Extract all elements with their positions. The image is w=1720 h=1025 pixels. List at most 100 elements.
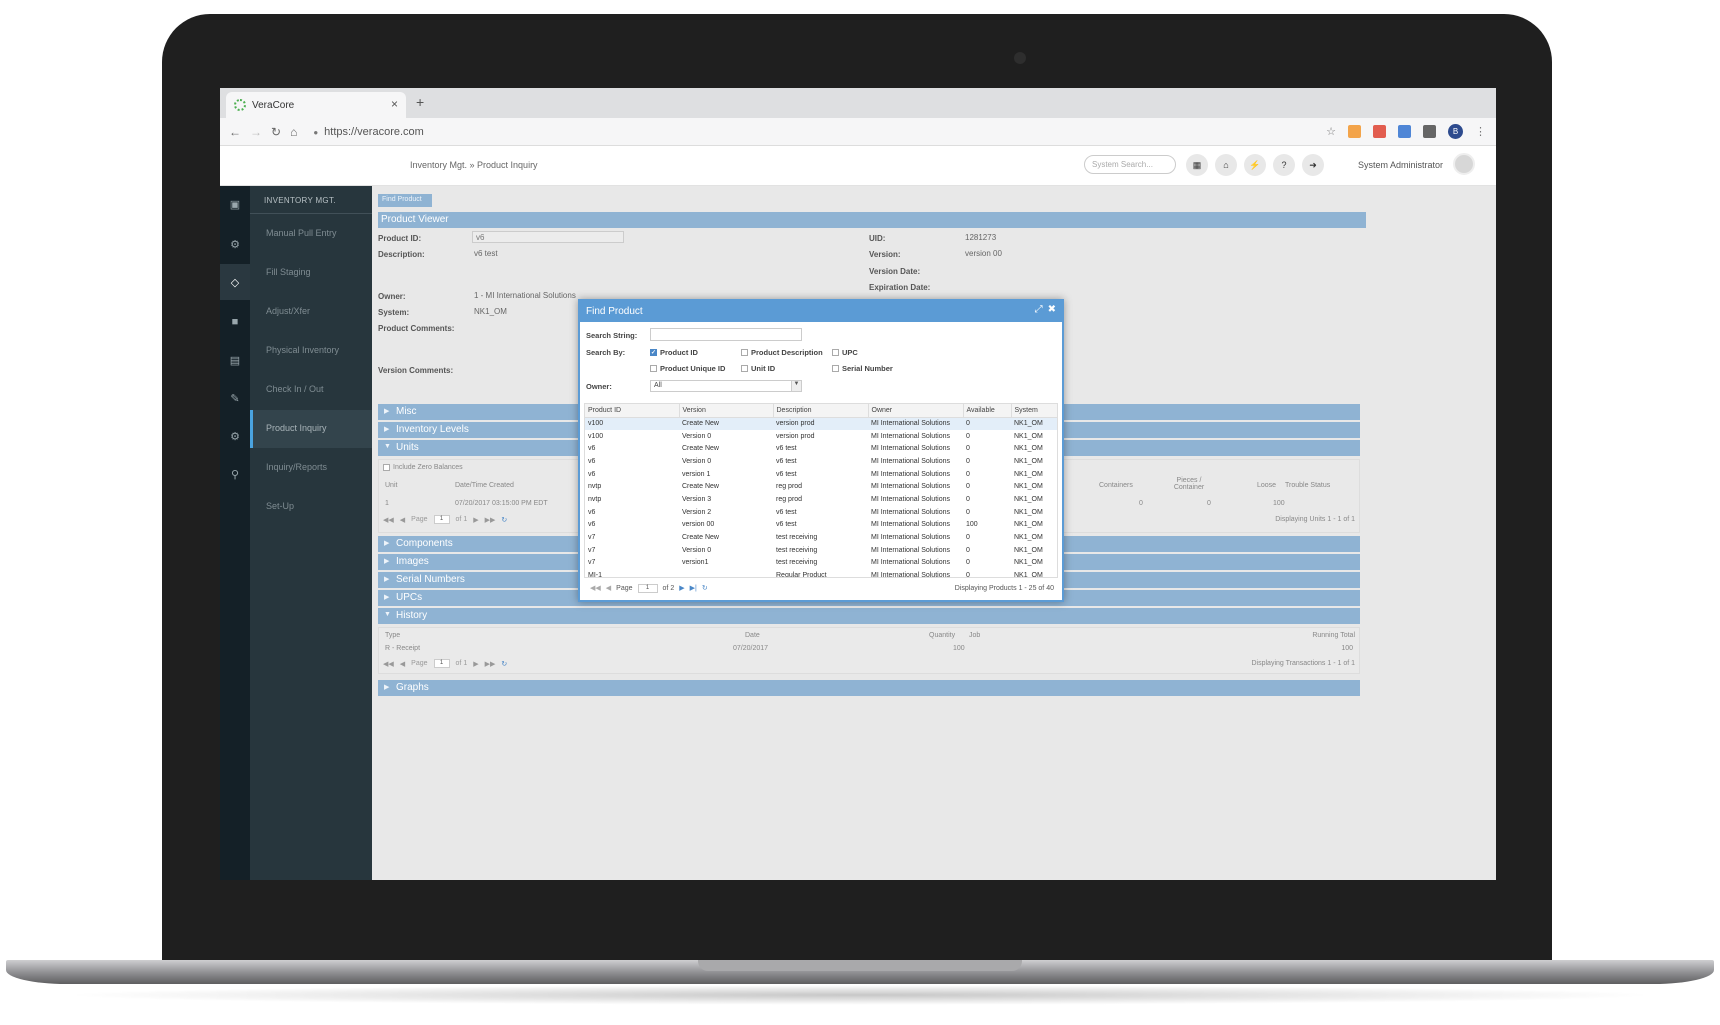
- column-header[interactable]: Description: [773, 404, 869, 418]
- reload-icon[interactable]: ↻: [271, 125, 281, 139]
- table-header-row: Product ID Version Description Owner Availab…: [585, 404, 1057, 418]
- settings-icon[interactable]: ⚙: [220, 418, 250, 454]
- share-icon[interactable]: ⚙: [220, 226, 250, 262]
- refresh-icon[interactable]: ↻: [501, 516, 507, 524]
- table-row[interactable]: v7 Version 0 test receiving MI Internationa…: [585, 544, 1057, 557]
- extension-icon-2[interactable]: [1373, 125, 1386, 138]
- help-icon[interactable]: ?: [1273, 154, 1295, 176]
- back-icon[interactable]: ←: [229, 125, 241, 139]
- product-id-field[interactable]: v6: [472, 231, 624, 243]
- table-row[interactable]: MI-1 Regular Product MI International Solu…: [585, 569, 1057, 577]
- search-string-input[interactable]: [650, 328, 802, 341]
- table-row[interactable]: v6 version 00 v6 test MI International Solu…: [585, 519, 1057, 532]
- sidebar-item-product-inquiry[interactable]: Product Inquiry: [250, 410, 372, 448]
- system-search-input[interactable]: System Search...: [1084, 155, 1176, 174]
- section-history[interactable]: ▼ History: [378, 608, 1360, 624]
- sidebar-item-set-up[interactable]: Set-Up: [250, 488, 372, 526]
- option-unit-id[interactable]: Unit ID: [741, 364, 775, 373]
- table-cell: 100: [966, 521, 978, 529]
- prev-page-icon[interactable]: ◀: [606, 584, 611, 592]
- column-header[interactable]: System: [1011, 404, 1057, 418]
- grid-icon[interactable]: ▦: [1186, 154, 1208, 176]
- table-cell: NK1_OM: [1014, 508, 1043, 516]
- user-name[interactable]: System Administrator: [1358, 160, 1443, 170]
- column-header[interactable]: Available: [963, 404, 1012, 418]
- product-viewer-header: Product Viewer: [378, 212, 1366, 228]
- next-page-icon[interactable]: ▶: [679, 584, 684, 592]
- option-product-description[interactable]: Product Description: [741, 348, 823, 357]
- home-icon[interactable]: ⌂: [1215, 154, 1237, 176]
- table-cell: MI International Solutions: [871, 495, 950, 503]
- wrench-icon[interactable]: ✎: [220, 380, 250, 416]
- next-page-icon[interactable]: ▶: [473, 516, 478, 524]
- menu-dots-icon[interactable]: ⋮: [1475, 125, 1486, 138]
- home-icon[interactable]: ⌂: [290, 125, 297, 139]
- prev-page-icon[interactable]: ◀: [400, 660, 405, 668]
- extension-icon-1[interactable]: [1348, 125, 1361, 138]
- logout-icon[interactable]: ➜: [1302, 154, 1324, 176]
- chart-icon[interactable]: ▤: [220, 342, 250, 378]
- first-page-icon[interactable]: ◀◀: [383, 516, 394, 524]
- table-row[interactable]: v7 version1 test receiving MI International…: [585, 557, 1057, 570]
- inventory-icon[interactable]: ◇: [220, 264, 250, 300]
- truck-icon[interactable]: ■: [220, 304, 250, 340]
- prev-page-icon[interactable]: ◀: [400, 516, 405, 524]
- page-input[interactable]: 1: [433, 659, 450, 668]
- table-row[interactable]: nvtp Version 3 reg prod MI International So…: [585, 493, 1057, 506]
- profile-avatar[interactable]: B: [1448, 124, 1463, 139]
- option-serial-number[interactable]: Serial Number: [832, 364, 893, 373]
- page-input[interactable]: 1: [433, 515, 450, 524]
- column-header[interactable]: Product ID: [585, 404, 680, 418]
- sidebar-item-fill-staging[interactable]: Fill Staging: [250, 254, 372, 292]
- url-field[interactable]: ● https://veracore.com: [313, 126, 424, 138]
- section-graphs[interactable]: ▶ Graphs: [378, 680, 1360, 696]
- table-row[interactable]: v6 version 1 v6 test MI International Solut…: [585, 468, 1057, 481]
- bolt-icon[interactable]: ⚡: [1244, 154, 1266, 176]
- new-tab-button[interactable]: +: [416, 94, 424, 110]
- first-page-icon[interactable]: ◀◀: [590, 584, 601, 592]
- option-product-unique-id[interactable]: Product Unique ID: [650, 364, 725, 373]
- pocket-icon[interactable]: [1423, 125, 1436, 138]
- table-row[interactable]: v6 Version 0 v6 test MI International Solut…: [585, 455, 1057, 468]
- star-icon[interactable]: ☆: [1326, 125, 1336, 138]
- table-row[interactable]: v100 Version 0 version prod MI Internationa…: [585, 430, 1057, 443]
- find-product-button[interactable]: Find Product: [378, 194, 432, 207]
- inbox-icon[interactable]: ▣: [220, 186, 250, 222]
- option-upc[interactable]: UPC: [832, 348, 858, 357]
- table-row[interactable]: nvtp Create New reg prod MI International S…: [585, 480, 1057, 493]
- last-page-icon[interactable]: ▶▶: [485, 516, 496, 524]
- table-row[interactable]: v100 Create New version prod MI Internation…: [585, 417, 1057, 430]
- page-input[interactable]: 1: [637, 583, 658, 593]
- browser-tab[interactable]: VeraCore ×: [226, 92, 406, 118]
- search-icon[interactable]: ⚲: [220, 456, 250, 492]
- refresh-icon[interactable]: ↻: [702, 584, 708, 592]
- chevron-down-icon[interactable]: ▼: [791, 381, 801, 391]
- include-zero-checkbox[interactable]: Include Zero Balances: [383, 464, 463, 471]
- owner-select[interactable]: All ▼: [650, 380, 802, 392]
- table-cell: MI International Solutions: [871, 432, 950, 440]
- close-icon[interactable]: ✖: [1048, 304, 1056, 315]
- table-cell: MI International Solutions: [871, 508, 950, 516]
- maximize-icon[interactable]: ⤢: [1035, 304, 1043, 315]
- close-tab-icon[interactable]: ×: [391, 97, 398, 111]
- option-product-id[interactable]: ✓ Product ID: [650, 348, 698, 357]
- forward-icon[interactable]: →: [250, 125, 262, 139]
- refresh-icon[interactable]: ↻: [501, 660, 507, 668]
- sidebar-item-check-in-out[interactable]: Check In / Out: [250, 371, 372, 409]
- sidebar-item-physical-inventory[interactable]: Physical Inventory: [250, 332, 372, 370]
- table-row[interactable]: v6 Create New v6 test MI International Solu…: [585, 442, 1057, 455]
- sidebar-item-adjust-xfer[interactable]: Adjust/Xfer: [250, 293, 372, 331]
- column-header[interactable]: Owner: [868, 404, 964, 418]
- caret-right-icon: ▶: [384, 540, 390, 547]
- next-page-icon[interactable]: ▶: [473, 660, 478, 668]
- sidebar-item-inquiry-reports[interactable]: Inquiry/Reports: [250, 449, 372, 487]
- table-row[interactable]: v7 Create New test receiving MI Internation…: [585, 531, 1057, 544]
- last-page-icon[interactable]: ▶|: [690, 584, 697, 592]
- last-page-icon[interactable]: ▶▶: [485, 660, 496, 668]
- first-page-icon[interactable]: ◀◀: [383, 660, 394, 668]
- extension-icon-3[interactable]: [1398, 125, 1411, 138]
- avatar[interactable]: [1453, 153, 1475, 175]
- table-row[interactable]: v6 Version 2 v6 test MI International Solut…: [585, 506, 1057, 519]
- sidebar-item-manual-pull-entry[interactable]: Manual Pull Entry: [250, 215, 372, 253]
- column-header[interactable]: Version: [679, 404, 774, 418]
